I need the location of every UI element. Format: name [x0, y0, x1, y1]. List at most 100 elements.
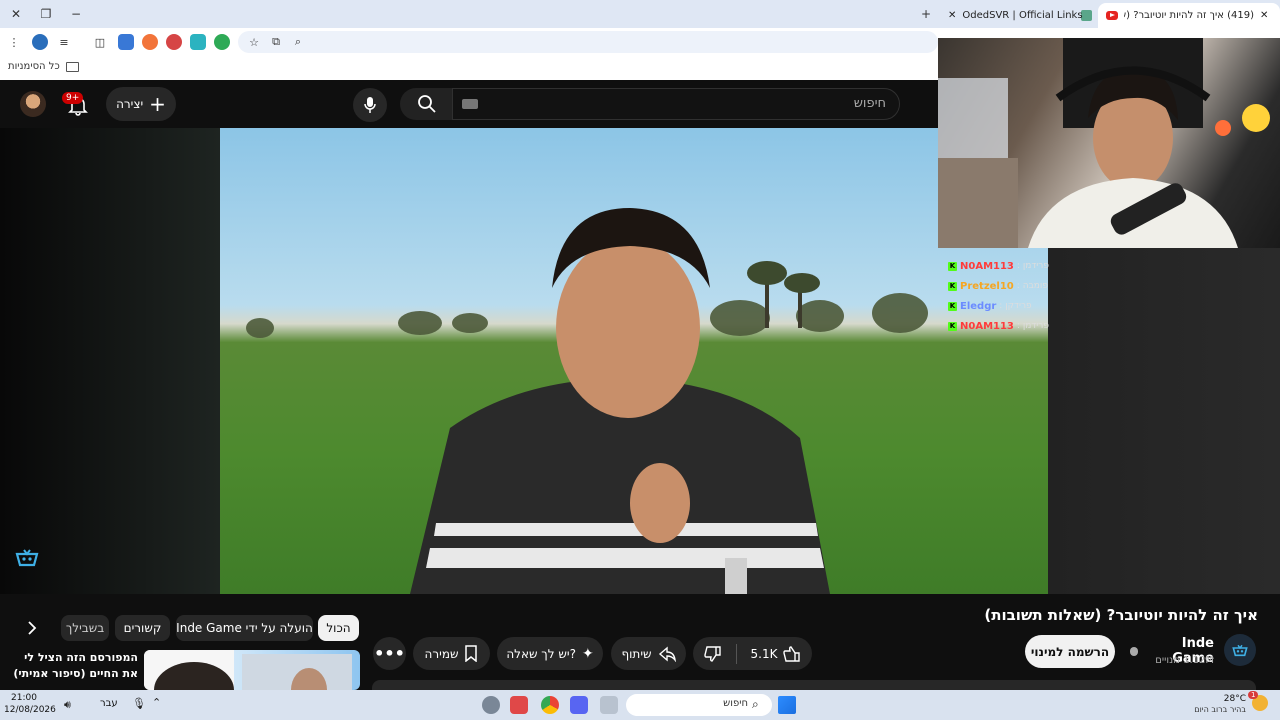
chat-text: : פומבה — [1016, 281, 1048, 291]
dislike-button[interactable] — [696, 645, 730, 663]
chat-text: : פרידמן — [1016, 261, 1050, 271]
search-icon — [417, 95, 436, 113]
like-dislike-group: 5.1K — [693, 637, 812, 670]
share-icon — [658, 645, 676, 662]
weather-temperature[interactable]: 28°C — [1200, 694, 1246, 704]
taskbar-search-label: חיפוש — [723, 698, 748, 709]
save-label: שמירה — [424, 646, 459, 661]
browser-menu-icon[interactable]: ⋮ — [6, 34, 22, 50]
like-button[interactable]: 5.1K — [743, 645, 810, 663]
create-label: יצירה — [116, 97, 144, 111]
chat-message: K N0AM113 : פרידמן — [948, 316, 1058, 336]
extension-1-icon[interactable] — [118, 34, 134, 50]
window-restore-icon[interactable]: ❐ — [36, 4, 56, 24]
tray-overflow-icon[interactable]: ⌃ — [152, 696, 161, 709]
address-bar[interactable] — [238, 31, 938, 53]
bookmark-star-icon[interactable]: ☆ — [246, 34, 262, 50]
extension-2-icon[interactable] — [142, 34, 158, 50]
tab-title: (419) איך זה להיות יוטיובר? (שא — [1124, 10, 1254, 21]
extension-4-icon[interactable] — [190, 34, 206, 50]
chat-username: N0AM113 — [960, 320, 1014, 332]
weather-description[interactable]: בהיר ברוב היום — [1190, 705, 1246, 714]
save-button[interactable]: שמירה — [413, 637, 490, 670]
clock-time[interactable]: 21:00 — [4, 693, 44, 703]
kick-badge-icon: K — [948, 321, 957, 331]
file-explorer-icon[interactable] — [600, 696, 618, 714]
chat-username: Pretzel10 — [960, 280, 1014, 292]
avatar[interactable] — [20, 91, 46, 117]
settings-gear-icon[interactable] — [482, 696, 500, 714]
chat-username: N0AM113 — [960, 260, 1014, 272]
video-player[interactable] — [220, 128, 1048, 594]
chat-text: : פרידקן — [999, 301, 1032, 311]
webcam-feed — [938, 38, 1270, 248]
channel-avatar[interactable] — [1224, 634, 1256, 666]
kick-badge-icon: K — [948, 261, 957, 271]
new-tab-icon[interactable]: + — [916, 4, 936, 24]
more-actions-button[interactable]: ••• — [373, 637, 406, 670]
chat-message: K Eledgr : פרידקן — [948, 296, 1058, 316]
channel-watermark-icon[interactable] — [12, 542, 42, 572]
taskbar-app-icon[interactable] — [510, 696, 528, 714]
chrome-icon[interactable] — [541, 696, 559, 714]
chips-next-icon[interactable] — [22, 618, 42, 638]
language-indicator[interactable]: עבר — [100, 698, 118, 709]
recommended-video-title[interactable]: המפורסם הזה הציל לי את החיים (סיפור אמית… — [8, 650, 138, 682]
share-label: שיתוף — [621, 646, 652, 661]
subscriber-count: 1.12M מנויים — [1155, 655, 1214, 666]
video-title: איך זה להיות יוטיובר? (שאלות תשובות) — [984, 606, 1258, 624]
discord-icon[interactable] — [570, 696, 588, 714]
all-bookmarks-link[interactable]: כל הסימניות — [8, 61, 79, 72]
chip-related[interactable]: קשורים — [115, 615, 170, 641]
chat-message: K N0AM113 : פרידמן — [948, 256, 1058, 276]
sparkle-icon: ✦ — [581, 645, 594, 662]
subscribe-button[interactable]: הרשמה למינוי — [1025, 635, 1115, 668]
comments-panel-edge — [372, 680, 1256, 690]
thumbnail-image — [144, 650, 352, 690]
reading-list-icon[interactable]: ≡ — [56, 34, 72, 50]
voice-search-button[interactable] — [353, 88, 387, 122]
bookmark-icon — [465, 645, 478, 662]
chip-all[interactable]: הכול — [318, 615, 359, 641]
zoom-icon[interactable]: ⌕ — [290, 34, 306, 50]
window-minimize-icon[interactable]: − — [66, 4, 86, 24]
stream-chat-overlay: K N0AM113 : פרידמן K Pretzel10 : פומבה K… — [948, 256, 1058, 336]
tab-close-icon[interactable]: ✕ — [1260, 10, 1268, 21]
chip-uploaded-by[interactable]: הועלה על ידי Inde Game — [176, 615, 313, 641]
extensions-icon[interactable]: ◫ — [92, 34, 108, 50]
tab-close-icon[interactable]: ✕ — [948, 10, 956, 21]
extension-3-icon[interactable] — [166, 34, 182, 50]
volume-icon[interactable]: 🔊︎ — [64, 698, 71, 712]
bookmarks-bar — [0, 56, 940, 81]
like-count: 5.1K — [750, 646, 778, 661]
windows-start-icon[interactable] — [778, 696, 796, 714]
ambient-right-panel — [1048, 248, 1280, 594]
chip-for-you[interactable]: בשבילך — [61, 615, 109, 641]
extension-5-icon[interactable] — [214, 34, 230, 50]
share-button[interactable]: שיתוף — [611, 637, 686, 670]
channel-logo-icon — [1232, 644, 1248, 657]
profile-icon[interactable] — [32, 34, 48, 50]
like-divider — [735, 643, 737, 664]
search-button[interactable] — [400, 88, 453, 120]
recommended-video-thumbnail[interactable] — [144, 650, 360, 690]
chat-text: : פרידמן — [1016, 321, 1050, 331]
plus-icon: + — [149, 92, 166, 116]
tab-odedsvr-links[interactable]: ✕ OdedSVR | Official Links — [940, 3, 1096, 28]
tab-youtube-video[interactable]: (419) איך זה להיות יוטיובר? (שא ✕ — [1098, 3, 1280, 28]
video-frame — [246, 208, 928, 594]
ambient-left-panel — [0, 128, 220, 594]
notifications-badge: 9+ — [62, 92, 84, 104]
keyboard-icon[interactable] — [462, 99, 478, 109]
microphone-tray-icon[interactable]: 🎙︎ — [132, 697, 146, 710]
window-close-icon[interactable]: ✕ — [6, 4, 26, 24]
all-bookmarks-label: כל הסימניות — [8, 61, 60, 72]
create-button[interactable]: יצירה + — [106, 87, 176, 121]
tab-title: OdedSVR | Official Links — [962, 10, 1083, 21]
clock-date[interactable]: 12/08/2026 — [4, 705, 56, 715]
ask-question-button[interactable]: יש לך שאלה? ✦ — [497, 637, 603, 670]
taskbar-search-icon: ⌕ — [752, 697, 759, 711]
more-horiz-icon: ••• — [374, 644, 405, 663]
kick-badge-icon: K — [948, 301, 957, 311]
cast-icon[interactable]: ⧉ — [268, 34, 284, 50]
